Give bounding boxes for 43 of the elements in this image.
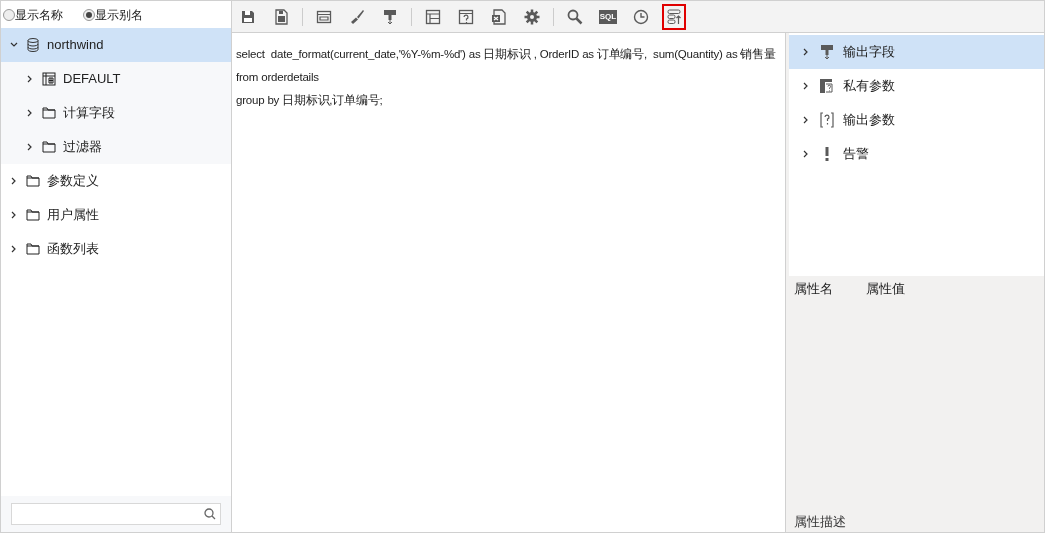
database-icon (25, 37, 41, 53)
column-header: 属性值 (866, 280, 906, 298)
table-icon (41, 71, 57, 87)
folder-icon (25, 207, 41, 223)
private-parameter-icon (819, 78, 835, 94)
folder-icon (41, 105, 57, 121)
folder-icon (41, 139, 57, 155)
toolbar-button[interactable]: SQL (596, 3, 620, 30)
tree-item[interactable]: 用户属性 (1, 198, 231, 232)
tree-item[interactable]: 函数列表 (1, 232, 231, 266)
search-field[interactable] (11, 503, 221, 525)
outline-item[interactable]: 私有参数 (789, 69, 1044, 103)
tree-item[interactable]: 计算字段 (1, 96, 231, 130)
tree-item[interactable]: DEFAULT (1, 62, 231, 96)
radio-option[interactable]: 显示名称 (3, 5, 63, 24)
clock-icon (633, 8, 649, 25)
outline-item[interactable]: 输出参数 (789, 103, 1044, 137)
search-icon (204, 508, 216, 520)
parameter-icon (458, 8, 474, 25)
section-label: 属性描述 (794, 513, 846, 529)
toolbar-button[interactable] (662, 3, 686, 30)
radio-option[interactable]: 显示别名 (83, 5, 143, 24)
save-icon (240, 8, 256, 25)
sql-line: group by 日期标识,订单编号; (236, 93, 384, 108)
spreadsheet-icon (491, 8, 507, 25)
tree-item[interactable]: 参数定义 (1, 164, 231, 198)
folder-icon (25, 173, 41, 189)
outline-item[interactable]: 输出字段 (789, 35, 1044, 69)
field-icon (819, 44, 835, 60)
folder-icon (25, 241, 41, 257)
gear-icon (524, 8, 540, 25)
window-icon (316, 8, 332, 25)
tree-item[interactable]: northwind (1, 28, 231, 62)
move-up-icon (666, 8, 682, 25)
brush-icon (349, 8, 365, 25)
outline-item[interactable]: 告警 (789, 137, 1044, 171)
save-as-icon (273, 8, 289, 25)
grid-icon (425, 8, 441, 25)
field-icon (382, 8, 398, 25)
parameter-icon (819, 112, 835, 128)
search-icon (567, 8, 583, 25)
tree-item[interactable]: 过滤器 (1, 130, 231, 164)
column-header: 属性名 (794, 280, 834, 298)
